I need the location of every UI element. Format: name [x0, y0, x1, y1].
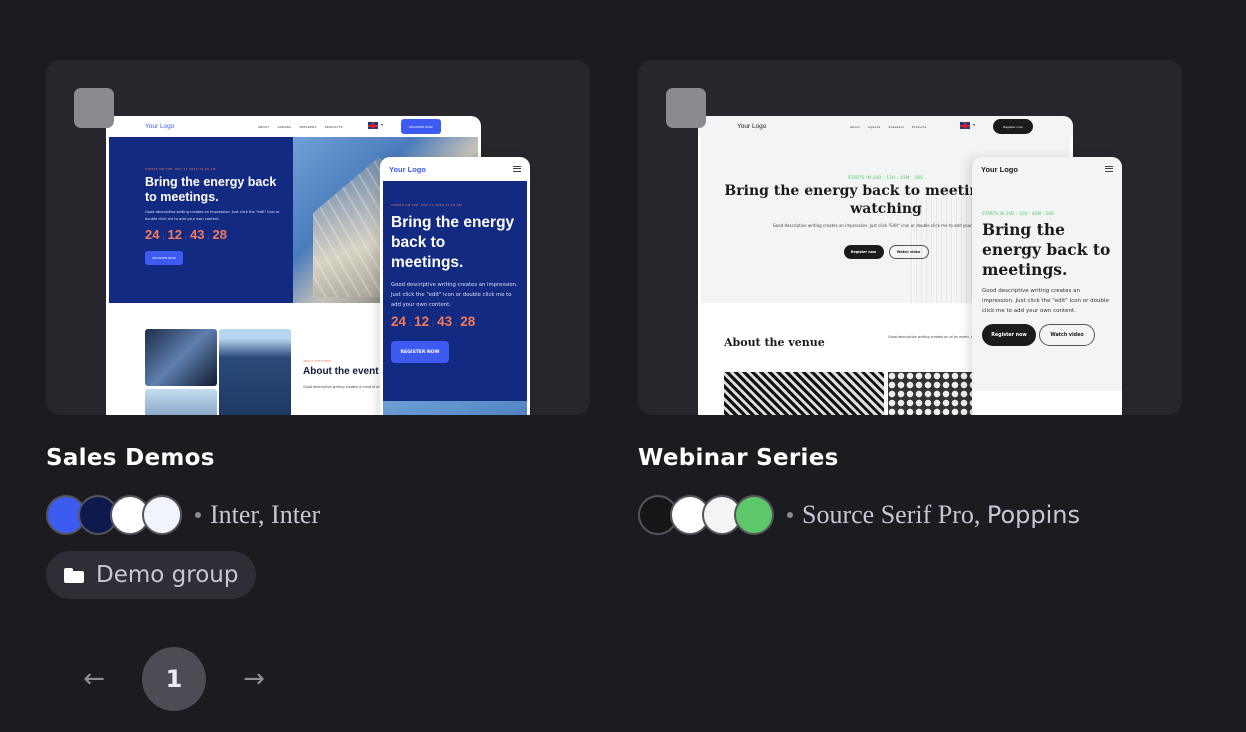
arrow-right-icon[interactable]: → [230, 647, 278, 711]
venue-image [724, 372, 884, 415]
group-label: Demo group [96, 562, 239, 588]
hamburger-menu-icon [1105, 166, 1113, 172]
preview-register-button: REGISTER NOW [391, 341, 449, 363]
mobile-preview: Your Logo STARTS ON TUE, MAY 21 2020 10:… [380, 157, 530, 415]
countdown-hours: 12 [167, 227, 182, 242]
preview-nav-item: Speakers [888, 124, 904, 129]
about-image [145, 329, 217, 386]
preview-nav-item: AGENDA [277, 124, 292, 129]
preview-register-button: Register now [982, 324, 1036, 346]
font-pairing: Inter, Inter [210, 500, 321, 529]
mobile-preview: Your Logo STARTS IN 24D : 12H : 43M : 28… [972, 157, 1122, 415]
countdown-minutes: 43 [437, 314, 453, 329]
separator-dot [195, 512, 201, 518]
template-title[interactable]: Webinar Series [638, 445, 839, 471]
preview-register-button: REGISTER NOW [145, 251, 183, 265]
preview-eyebrow: STARTS ON TUE, MAY 21 2020 10:00 AM [391, 203, 462, 207]
template-style-meta: Source Serif Pro, Poppins [638, 495, 1080, 535]
preview-logo: Your Logo [737, 123, 767, 130]
countdown-seconds: 28 [212, 227, 227, 242]
preview-cta: Register now [993, 119, 1033, 134]
preview-nav-item: PRODUCTS [324, 124, 343, 129]
pagination: ← 1 → [70, 647, 278, 711]
preview-headline: Bring the energy back to meetings. [391, 214, 515, 271]
font-pairing: Source Serif Pro, Poppins [802, 500, 1081, 529]
preview-headline: Bring the energy back to meetings. [145, 175, 277, 204]
color-swatch [142, 495, 182, 535]
preview-paragraph: Good descriptive writing creates an impr… [982, 288, 1109, 314]
preview-cta: REGISTER NOW [401, 119, 441, 134]
heading-font: Inter [210, 500, 259, 529]
about-paragraph: Good descriptive writing creates an of a… [888, 335, 978, 339]
template-card-webinar-series[interactable]: Your Logo About Agenda Speakers Products… [638, 60, 1182, 535]
heading-font: Source Serif Pro [802, 500, 974, 529]
preview-register-button: Register now [843, 245, 884, 259]
about-image [145, 389, 217, 415]
preview-watch-video-button: Watch video [1039, 324, 1095, 346]
arrow-left-icon[interactable]: ← [70, 647, 118, 711]
preview-eyebrow: STARTS IN 24D : 12H : 43M : 28S [982, 211, 1054, 216]
countdown-days: 24 [391, 314, 407, 329]
countdown-minutes: 43 [190, 227, 205, 242]
preview-navbar: Your Logo ABOUT AGENDA SPEAKERS PRODUCTS… [106, 116, 481, 137]
caret-down-icon: ▾ [973, 122, 976, 127]
separator-dot [787, 512, 793, 518]
preview-nav-item: ABOUT [258, 124, 270, 129]
template-title[interactable]: Sales Demos [46, 445, 215, 471]
preview-headline: Bring the energy back to meetings. [982, 220, 1111, 279]
countdown-days: 24 [145, 227, 160, 242]
template-preview[interactable]: Your Logo About Agenda Speakers Products… [638, 60, 1182, 415]
hamburger-menu-icon [513, 166, 521, 172]
group-chip[interactable]: Demo group [46, 551, 257, 599]
countdown-seconds: 28 [460, 314, 476, 329]
template-card-sales-demos[interactable]: Your Logo ABOUT AGENDA SPEAKERS PRODUCTS… [46, 60, 590, 599]
select-checkbox[interactable] [666, 88, 706, 128]
preview-nav-item: Products [911, 124, 927, 129]
building-image [383, 401, 527, 415]
folder-icon [64, 567, 84, 583]
preview-paragraph: Good descriptive writing creates an impr… [391, 282, 518, 308]
preview-paragraph: Good descriptive writing creates an impr… [145, 210, 280, 221]
preview-countdown: 24: 12: 43: 28 [145, 227, 227, 242]
preview-eyebrow: STARTS ON TUE, MAY 21 2020 10:00 AM [145, 167, 216, 171]
preview-nav-item: SPEAKERS [299, 124, 317, 129]
about-title: About the event [303, 366, 379, 377]
preview-logo: Your Logo [145, 123, 175, 130]
preview-logo: Your Logo [981, 164, 1018, 174]
about-title: About the venue [724, 336, 825, 349]
caret-down-icon: ▾ [381, 122, 384, 127]
preview-logo: Your Logo [389, 164, 426, 174]
preview-watch-video-button: Watch video [888, 245, 929, 259]
page-button-current[interactable]: 1 [142, 647, 206, 711]
color-swatch [734, 495, 774, 535]
preview-navbar: Your Logo About Agenda Speakers Products… [698, 116, 1073, 137]
body-font: Poppins [986, 501, 1081, 529]
select-checkbox[interactable] [74, 88, 114, 128]
uk-flag-icon [368, 122, 378, 129]
preview-countdown: 24: 12: 43: 28 [391, 314, 476, 329]
countdown-hours: 12 [414, 314, 430, 329]
template-preview[interactable]: Your Logo ABOUT AGENDA SPEAKERS PRODUCTS… [46, 60, 590, 415]
about-label: ABOUT THE EVENT [303, 359, 332, 363]
preview-nav-item: About [850, 124, 860, 129]
about-image [219, 329, 291, 415]
preview-nav-item: Agenda [867, 124, 881, 129]
uk-flag-icon [960, 122, 970, 129]
body-font: Inter [271, 500, 321, 529]
template-style-meta: Inter, Inter [46, 495, 320, 535]
